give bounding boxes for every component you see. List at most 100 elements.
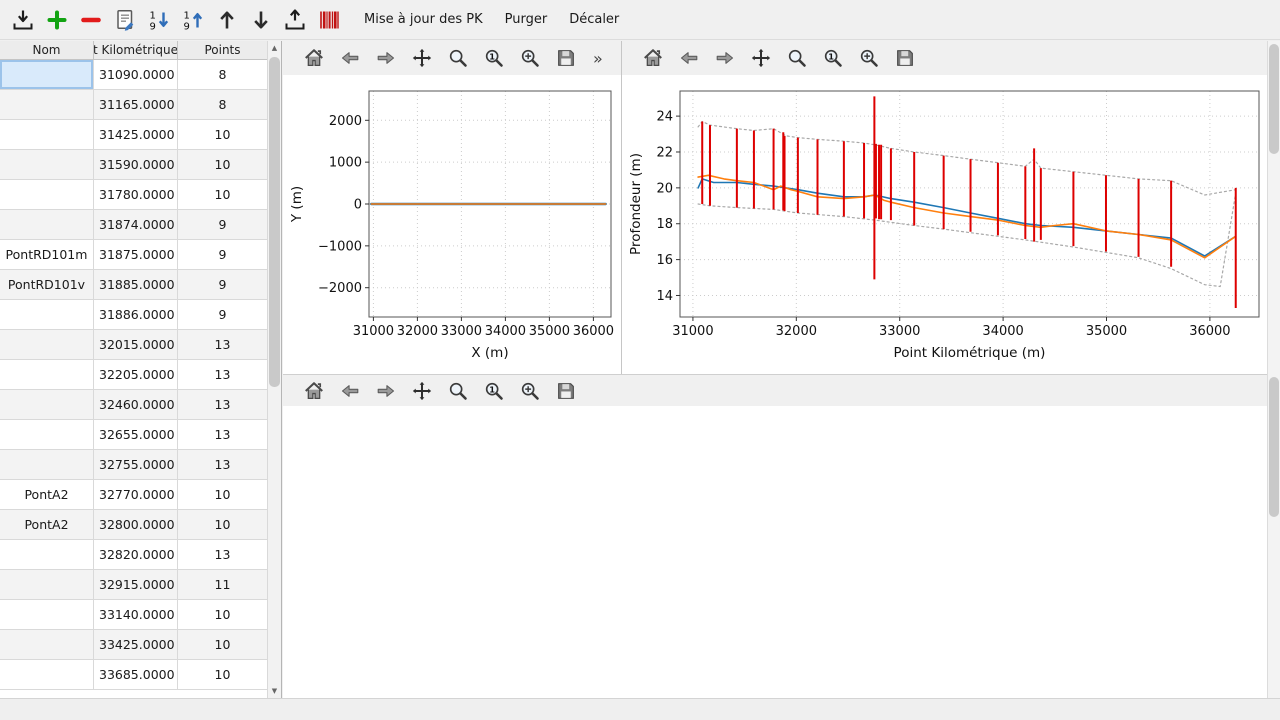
save-icon[interactable] [551,376,581,406]
back-icon[interactable] [335,43,365,73]
cell-pts[interactable]: 8 [178,90,267,120]
table-scrollbar[interactable]: ▲ ▼ [267,41,281,698]
cell-pts[interactable]: 13 [178,360,267,390]
cell-pk[interactable]: 32755.0000 [94,450,178,480]
save-icon[interactable] [551,43,581,73]
forward-icon[interactable] [710,43,740,73]
zoom-icon[interactable] [443,43,473,73]
cell-pk[interactable]: 31875.0000 [94,240,178,270]
cell-pk[interactable]: 31165.0000 [94,90,178,120]
cell-pk[interactable]: 32655.0000 [94,420,178,450]
bottom-panel-scrollbar[interactable] [1267,374,1280,698]
home-icon[interactable] [299,376,329,406]
cell-nom[interactable] [0,90,94,120]
cell-pts[interactable]: 10 [178,510,267,540]
forward-icon[interactable] [371,43,401,73]
cell-pts[interactable]: 8 [178,60,267,90]
scrollbar-thumb[interactable] [269,57,280,387]
cell-pts[interactable]: 13 [178,540,267,570]
pan-icon[interactable] [746,43,776,73]
column-header-pk[interactable]: t Kilométrique [94,41,178,59]
zoom-1-icon[interactable] [479,43,509,73]
cell-nom[interactable] [0,180,94,210]
down-icon[interactable] [246,5,276,35]
cell-nom[interactable] [0,570,94,600]
import-icon[interactable] [8,5,38,35]
toolbar-overflow-chevron[interactable]: » [589,49,607,68]
zoom-sel-icon[interactable] [515,376,545,406]
cell-pk[interactable]: 32205.0000 [94,360,178,390]
scroll-up-arrow-icon[interactable]: ▲ [268,41,281,55]
cell-pts[interactable]: 9 [178,270,267,300]
pan-icon[interactable] [407,43,437,73]
cell-pk[interactable]: 33685.0000 [94,660,178,690]
cell-nom[interactable] [0,600,94,630]
cell-pts[interactable]: 10 [178,150,267,180]
cell-nom[interactable] [0,300,94,330]
action-purger[interactable]: Purger [499,8,554,31]
column-header-nom[interactable]: Nom [0,41,94,59]
cell-pts[interactable]: 11 [178,570,267,600]
forward-icon[interactable] [371,376,401,406]
cell-pk[interactable]: 31886.0000 [94,300,178,330]
cell-pk[interactable]: 32015.0000 [94,330,178,360]
cell-pts[interactable]: 10 [178,480,267,510]
bottom-plot-canvas[interactable] [283,406,1267,698]
save-icon[interactable] [890,43,920,73]
zoom-1-icon[interactable] [818,43,848,73]
zoom-sel-icon[interactable] [854,43,884,73]
cell-pts[interactable]: 13 [178,390,267,420]
zoom-sel-icon[interactable] [515,43,545,73]
cell-nom[interactable]: PontA2 [0,480,94,510]
cell-nom[interactable] [0,630,94,660]
pan-icon[interactable] [407,376,437,406]
cell-nom[interactable]: PontRD101m [0,240,94,270]
profile-panel-scrollbar[interactable] [1267,41,1280,374]
cell-pts[interactable]: 9 [178,210,267,240]
export-icon[interactable] [280,5,310,35]
cell-pts[interactable]: 13 [178,420,267,450]
cell-pk[interactable]: 32915.0000 [94,570,178,600]
xy-plot-canvas[interactable]: 310003200033000340003500036000−2000−1000… [285,75,619,371]
cell-pts[interactable]: 10 [178,180,267,210]
cell-pts[interactable]: 9 [178,240,267,270]
cell-pts[interactable]: 10 [178,660,267,690]
cell-nom[interactable]: PontRD101v [0,270,94,300]
action-mise-a-jour-des-pk[interactable]: Mise à jour des PK [358,8,489,31]
home-icon[interactable] [638,43,668,73]
cell-nom[interactable] [0,60,94,90]
sort-asc-icon[interactable] [178,5,208,35]
cell-nom[interactable] [0,390,94,420]
barcode-icon[interactable] [314,5,344,35]
cell-pk[interactable]: 31425.0000 [94,120,178,150]
cell-nom[interactable] [0,330,94,360]
cell-nom[interactable] [0,150,94,180]
cell-pk[interactable]: 33425.0000 [94,630,178,660]
cell-pts[interactable]: 13 [178,450,267,480]
zoom-icon[interactable] [782,43,812,73]
up-icon[interactable] [212,5,242,35]
cell-pk[interactable]: 31090.0000 [94,60,178,90]
cell-pts[interactable]: 9 [178,300,267,330]
zoom-icon[interactable] [443,376,473,406]
home-icon[interactable] [299,43,329,73]
cell-nom[interactable] [0,420,94,450]
cell-pk[interactable]: 32800.0000 [94,510,178,540]
zoom-1-icon[interactable] [479,376,509,406]
scrollbar-thumb[interactable] [1269,377,1279,517]
profile-plot-canvas[interactable]: 3100032000330003400035000360001416182022… [624,75,1269,371]
cell-nom[interactable] [0,210,94,240]
cell-nom[interactable] [0,120,94,150]
scrollbar-thumb[interactable] [1269,44,1279,154]
cell-pts[interactable]: 13 [178,330,267,360]
action-decaler[interactable]: Décaler [563,8,625,31]
column-header-points[interactable]: Points [178,41,267,59]
cell-pk[interactable]: 31885.0000 [94,270,178,300]
cell-pts[interactable]: 10 [178,630,267,660]
cell-pk[interactable]: 31590.0000 [94,150,178,180]
cell-nom[interactable] [0,450,94,480]
cell-pts[interactable]: 10 [178,600,267,630]
edit-icon[interactable] [110,5,140,35]
cell-pk[interactable]: 32820.0000 [94,540,178,570]
back-icon[interactable] [674,43,704,73]
